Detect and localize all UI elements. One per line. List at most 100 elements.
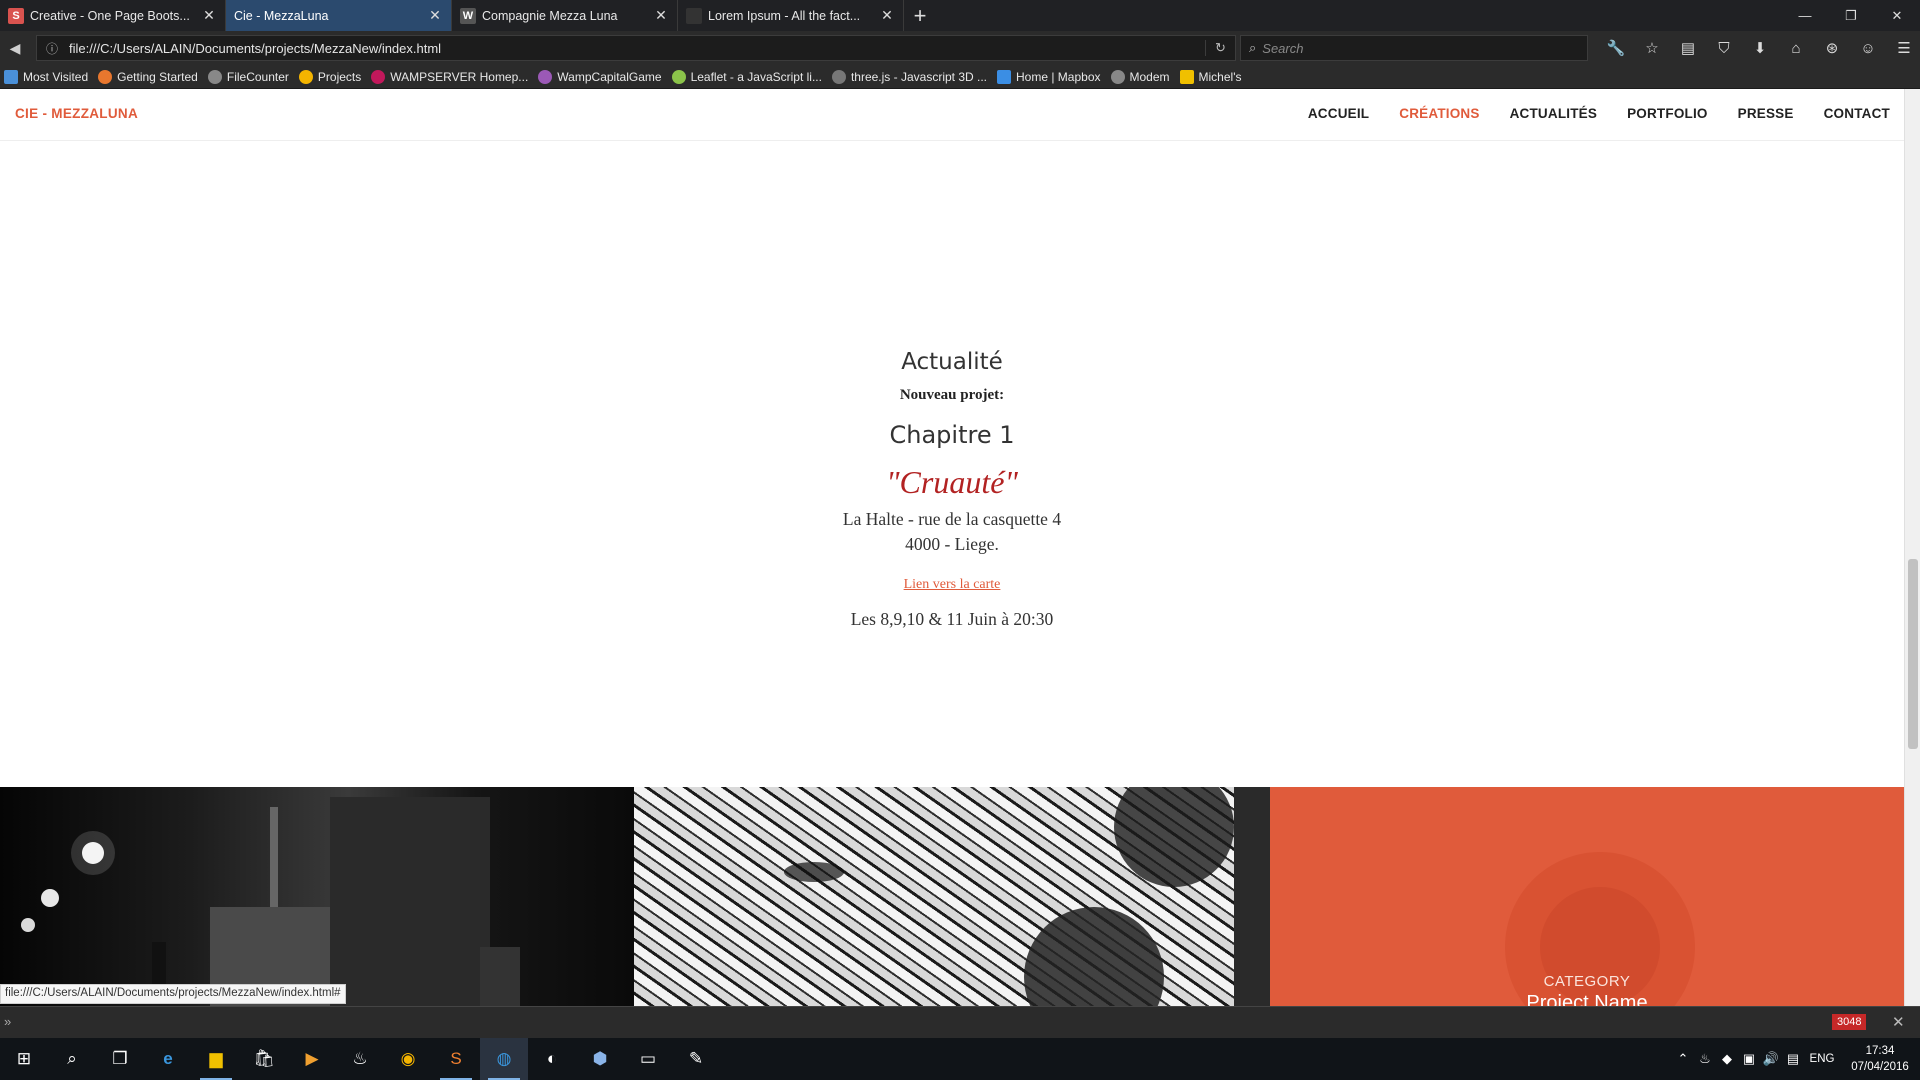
- search-placeholder: Search: [1262, 40, 1304, 56]
- chat-icon[interactable]: ☺: [1850, 33, 1886, 63]
- file-explorer-icon[interactable]: ▆: [192, 1038, 240, 1080]
- portfolio-gallery: CATEGORY Project Name: [0, 787, 1904, 1006]
- bookmark-most-visited[interactable]: Most Visited: [4, 69, 88, 84]
- map-link[interactable]: Lien vers la carte: [904, 577, 1001, 593]
- windows-taskbar: ⊞ ⌕ ❐ e ▆ 🛍 ▶ ♨ ◉ S ◍ ◐ ⬢ ▭ ✎ ⌃ ♨ ◆ ▣ 🔊 …: [0, 1038, 1920, 1080]
- bookmark-label: Home | Mapbox: [1016, 69, 1101, 84]
- gallery-image-night-street[interactable]: [0, 787, 634, 1006]
- console-chevron-icon[interactable]: »: [4, 1014, 11, 1029]
- bookmark-filecounter[interactable]: FileCounter: [207, 69, 289, 84]
- tab-lorem-ipsum[interactable]: Lorem Ipsum - All the fact... ✕: [678, 0, 904, 31]
- home-icon[interactable]: ⌂: [1778, 33, 1814, 63]
- site-brand[interactable]: CIE - MEZZALUNA: [15, 106, 138, 121]
- paint-icon[interactable]: ✎: [672, 1038, 720, 1080]
- close-console-icon[interactable]: ✕: [1892, 1013, 1905, 1031]
- gallery-image-leaves[interactable]: [634, 787, 1270, 1006]
- search-input[interactable]: ⌕ Search: [1240, 35, 1588, 61]
- language-indicator[interactable]: ENG: [1804, 1053, 1840, 1065]
- tab-creative[interactable]: S Creative - One Page Boots... ✕: [0, 0, 226, 31]
- chrome-icon[interactable]: ◉: [384, 1038, 432, 1080]
- tab-compagnie-mezza-luna[interactable]: W Compagnie Mezza Luna ✕: [452, 0, 678, 31]
- steam-icon[interactable]: ♨: [336, 1038, 384, 1080]
- search-icon[interactable]: ⌕: [48, 1038, 96, 1080]
- bookmark-label: Modem: [1129, 69, 1170, 84]
- bookmark-mapbox[interactable]: Home | Mapbox: [997, 69, 1101, 84]
- menu-portfolio[interactable]: PORTFOLIO: [1627, 106, 1708, 121]
- close-window-icon[interactable]: ✕: [1874, 0, 1920, 31]
- bookmark-modem[interactable]: Modem: [1110, 69, 1170, 84]
- reading-list-icon[interactable]: ▤: [1670, 33, 1706, 63]
- network-icon[interactable]: ▣: [1738, 1051, 1760, 1067]
- clock-time: 17:34: [1865, 1045, 1895, 1057]
- restore-icon[interactable]: ❐: [1828, 0, 1874, 31]
- close-tab-icon[interactable]: ✕: [427, 7, 443, 24]
- sync-icon[interactable]: ⊛: [1814, 33, 1850, 63]
- show-dates: Les 8,9,10 & 11 Juin à 20:30: [850, 609, 1054, 629]
- address-line-1: La Halte - rue de la casquette 4: [842, 509, 1062, 529]
- tab-favicon-icon: S: [8, 7, 24, 24]
- tab-title: Creative - One Page Boots...: [30, 8, 190, 23]
- new-tab-button[interactable]: +: [904, 0, 936, 31]
- tab-cie-mezzaluna[interactable]: Cie - MezzaLuna ✕: [226, 0, 452, 31]
- menu-creations[interactable]: CRÉATIONS: [1399, 106, 1479, 121]
- close-tab-icon[interactable]: ✕: [653, 7, 669, 24]
- box-icon[interactable]: ⬢: [576, 1038, 624, 1080]
- bookmark-projects[interactable]: Projects: [298, 69, 362, 84]
- page-scrollbar[interactable]: [1904, 89, 1920, 1006]
- bookmark-label: Projects: [317, 69, 362, 84]
- tray-steam-icon[interactable]: ♨: [1694, 1051, 1716, 1067]
- tab-favicon-icon: [686, 7, 702, 24]
- address-url[interactable]: file:///C:/Users/ALAIN/Documents/project…: [69, 41, 1205, 56]
- bookmark-wampcapitalgame[interactable]: WampCapitalGame: [538, 69, 662, 84]
- firefox-icon: [98, 69, 113, 84]
- app-icon[interactable]: ◐: [528, 1038, 576, 1080]
- news-heading: Actualité: [901, 349, 1003, 375]
- tray-expand-icon[interactable]: ⌃: [1672, 1051, 1694, 1067]
- dev-console-bar: » 3048 ✕: [0, 1006, 1920, 1038]
- media-player-icon[interactable]: ▶: [288, 1038, 336, 1080]
- bookmark-threejs[interactable]: three.js - Javascript 3D ...: [831, 69, 987, 84]
- volume-icon[interactable]: 🔊: [1760, 1051, 1782, 1067]
- bookmark-wampserver[interactable]: WAMPSERVER Homep...: [371, 69, 528, 84]
- bookmark-michels[interactable]: Michel's: [1179, 69, 1241, 84]
- menu-actualites[interactable]: ACTUALITÉS: [1510, 106, 1598, 121]
- menu-contact[interactable]: CONTACT: [1824, 106, 1890, 121]
- download-icon[interactable]: ⬇: [1742, 33, 1778, 63]
- wrench-icon[interactable]: 🔧: [1598, 33, 1634, 63]
- site-info-icon[interactable]: ⓘ: [43, 40, 61, 57]
- night-street-photo: [21, 797, 520, 1006]
- browser-tab-bar: S Creative - One Page Boots... ✕ Cie - M…: [0, 0, 1920, 31]
- pocket-icon[interactable]: ⛉: [1706, 33, 1742, 63]
- tray-dropbox-icon[interactable]: ◆: [1716, 1051, 1738, 1067]
- card-project-name: Project Name: [1526, 992, 1648, 1006]
- close-tab-icon[interactable]: ✕: [879, 7, 895, 24]
- firefox-icon[interactable]: ◍: [480, 1038, 528, 1080]
- back-arrow-icon[interactable]: ◀: [0, 33, 30, 63]
- scrollbar-thumb[interactable]: [1908, 559, 1918, 749]
- globe-icon: [831, 69, 846, 84]
- terminal-icon[interactable]: ▭: [624, 1038, 672, 1080]
- sublime-icon[interactable]: S: [432, 1038, 480, 1080]
- menu-accueil[interactable]: ACCUEIL: [1308, 106, 1369, 121]
- minimize-icon[interactable]: —: [1782, 0, 1828, 31]
- bookmark-star-icon[interactable]: ☆: [1634, 33, 1670, 63]
- edge-icon[interactable]: e: [144, 1038, 192, 1080]
- chrome-icon: [298, 69, 313, 84]
- bookmark-label: Leaflet - a JavaScript li...: [690, 69, 822, 84]
- bookmark-label: FileCounter: [226, 69, 289, 84]
- hamburger-menu-icon[interactable]: ☰: [1886, 33, 1920, 63]
- menu-presse[interactable]: PRESSE: [1738, 106, 1794, 121]
- task-view-icon[interactable]: ❐: [96, 1038, 144, 1080]
- error-count-badge[interactable]: 3048: [1832, 1014, 1867, 1030]
- windows-start-icon[interactable]: ⊞: [0, 1038, 48, 1080]
- store-icon[interactable]: 🛍: [240, 1038, 288, 1080]
- address-bar[interactable]: ⓘ file:///C:/Users/ALAIN/Documents/proje…: [36, 35, 1236, 61]
- bookmark-getting-started[interactable]: Getting Started: [98, 69, 198, 84]
- close-tab-icon[interactable]: ✕: [201, 7, 217, 24]
- gallery-card-category[interactable]: CATEGORY Project Name: [1270, 787, 1904, 1006]
- bookmark-leaflet[interactable]: Leaflet - a JavaScript li...: [671, 69, 822, 84]
- clock[interactable]: 17:34 07/04/2016: [1840, 1043, 1920, 1075]
- card-category: CATEGORY: [1543, 973, 1631, 990]
- reload-icon[interactable]: ↻: [1205, 40, 1235, 56]
- notifications-icon[interactable]: ▤: [1782, 1051, 1804, 1067]
